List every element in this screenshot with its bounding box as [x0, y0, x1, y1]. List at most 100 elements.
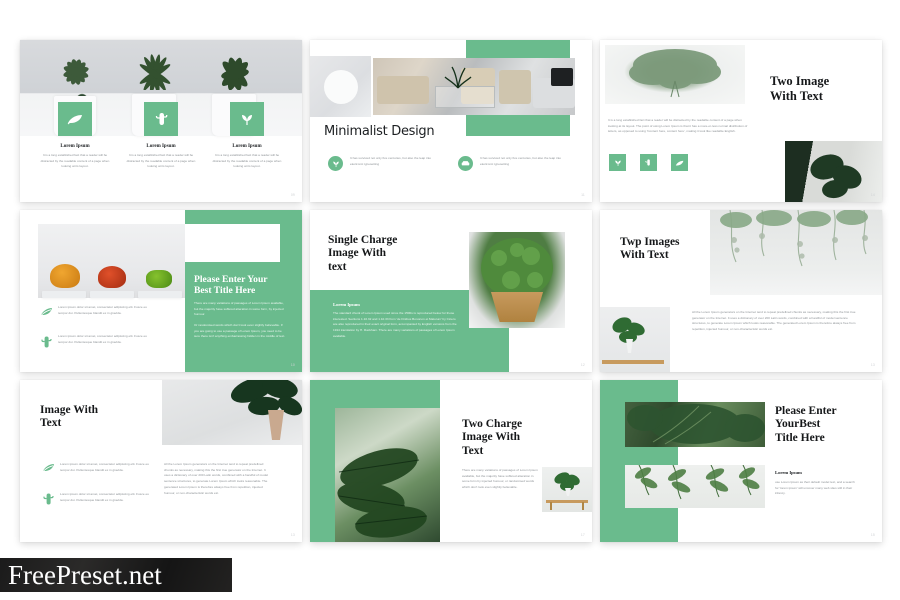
leaf-icon: [67, 115, 82, 125]
slide-title-line3: Title Here: [775, 431, 825, 444]
slide-title-line1: Single Charge: [328, 234, 398, 246]
slide-three-feature-icons[interactable]: Lorem Ipsum It is a long established fac…: [20, 40, 302, 202]
plant-stool-photo: [542, 467, 592, 512]
monstera-sunlight-photo: [335, 408, 440, 542]
slide-please-enter-yourbest-title[interactable]: Please Enter YourBest Title Here Lorem I…: [600, 380, 882, 542]
page-number: 13: [290, 533, 295, 537]
slide-title-line2: Image With: [328, 247, 387, 260]
slide-title: Please Enter YourBest Title Here: [775, 405, 837, 445]
monstera-illustration: [810, 154, 862, 199]
feature-text-1: It has survived not only five centuries,…: [350, 156, 431, 166]
slide-title-line1: Image With: [40, 404, 99, 416]
feature-caption-2: Lorem Ipsum It is a long established fac…: [124, 144, 198, 170]
feature-text-2: It has survived not only five centuries,…: [480, 156, 561, 166]
slide-two-charge-image-with-text[interactable]: Two Charge Image With Text There are man…: [310, 380, 592, 542]
icon-box-3[interactable]: [671, 154, 688, 171]
hanging-vines-photo: [710, 210, 882, 295]
feature-body-2: It is a long established fact that a rea…: [126, 153, 196, 169]
monstera-leaves-illustration: [337, 448, 428, 538]
slide-minimalist-design[interactable]: Minimalist Design It has survived not on…: [310, 40, 592, 202]
marble-table-photo: [310, 56, 371, 117]
watermark-text: FreePreset.net: [8, 559, 162, 590]
slide-title: Please Enter Your Best Title Here: [194, 274, 268, 296]
feature-body-1: It is a long established fact that a rea…: [40, 153, 110, 169]
leaf-photo-illustration: [627, 404, 765, 445]
slide-body: use Lorem Ipsum as their default model t…: [775, 480, 855, 496]
slide-title-line2: Text: [40, 417, 62, 430]
slide-title-line1: Two Charge: [462, 418, 523, 430]
bullet-text-1: Lorem ipsum dolor sit amet, consectetur …: [58, 305, 147, 315]
slide-two-image-with-text[interactable]: Two Image With Text It is a long establi…: [600, 40, 882, 202]
page-number: 10: [290, 363, 295, 367]
monstera-wall-photo: [162, 380, 302, 445]
page-number: 15: [870, 533, 875, 537]
succulent-1: [63, 59, 89, 85]
feature-circle-2[interactable]: [458, 156, 473, 171]
small-plant-icon: [554, 472, 580, 496]
slide-title-line2: YourBest: [775, 418, 821, 431]
feature-icon-box-1[interactable]: [58, 102, 92, 136]
potted-plant-photo: [600, 307, 670, 372]
feature-caption-1: Lorem Ipsum It is a long established fac…: [38, 144, 112, 170]
slide-title-line2: Image With: [462, 431, 521, 444]
presentation-preview-sheet: Lorem Ipsum It is a long established fac…: [0, 0, 900, 600]
cactus-icon: [645, 159, 650, 166]
icon-box-2[interactable]: [640, 154, 657, 171]
table-plant-icon: [444, 66, 472, 89]
slide-title-line1: Please Enter: [775, 405, 837, 417]
slide-title: Minimalist Design: [324, 124, 435, 139]
eucalyptus-illustration: [629, 49, 721, 98]
slide-title-line1: Two Image: [770, 74, 830, 88]
feature-icon-box-3[interactable]: [230, 102, 264, 136]
eucalyptus-photo: [605, 45, 745, 104]
slide-title-line1: Twp Images: [620, 236, 680, 248]
slide-body: It is a long established fact that a rea…: [608, 118, 748, 134]
bullet-text-2: Lorem ipsum dolor sit amet, consectetur …: [60, 492, 149, 502]
plant-illustration: [612, 317, 645, 353]
watermark-banner: FreePreset.net: [0, 558, 232, 592]
plant-icon: [242, 114, 252, 125]
feature-circle-1[interactable]: [328, 156, 343, 171]
branches-illustration: [634, 464, 760, 500]
bullet-text-1: Lorem ipsum dolor sit amet, consectetur …: [60, 462, 149, 472]
monstera-photo: [785, 141, 882, 202]
moss-pots-photo: [38, 224, 185, 298]
feature-body-3: It is a long established fact that a rea…: [212, 153, 282, 169]
slide-body: The standard chunk of Lorem Ipsum used s…: [333, 311, 457, 338]
icon-box-1[interactable]: [609, 154, 626, 171]
living-room-photo: [373, 58, 575, 115]
bullet-text-2: Lorem ipsum dolor sit amet, consectetur …: [58, 334, 147, 344]
monstera-illustration: [230, 380, 302, 440]
slide-image-with-text[interactable]: Image With Text Lorem ipsum dolor sit am…: [20, 380, 302, 542]
feature-caption-3: Lorem Ipsum It is a long established fac…: [210, 144, 284, 170]
page-number: 09: [290, 193, 295, 197]
slide-title-line2: Best Title Here: [194, 285, 256, 297]
slide-title-line1: Please Enter Your: [194, 274, 268, 285]
leaf-icon: [675, 160, 684, 165]
cactus-icon: [155, 113, 167, 125]
slide-para-2: Or randomised words which don't look eve…: [194, 323, 286, 339]
leaf-icon: [40, 308, 52, 316]
feature-title-3: Lorem Ipsum: [232, 144, 262, 149]
slide-twp-images-with-text[interactable]: Twp Images With Text All the Lorem Ipsum…: [600, 210, 882, 372]
sofa-circle-icon: [461, 161, 470, 166]
slide-single-charge-image-with-text[interactable]: Single Charge Image With text Lorem Ipsu…: [310, 210, 592, 372]
slide-please-enter-your-best-title[interactable]: Please Enter Your Best Title Here There …: [20, 210, 302, 372]
cactus-icon: [41, 336, 52, 348]
page-number: 13: [870, 363, 875, 367]
slide-subtitle: Lorem Ipsum: [775, 470, 802, 475]
slide-body: All the Lorem Ipsum generators on the In…: [164, 462, 269, 495]
slide-grid: Lorem Ipsum It is a long established fac…: [20, 40, 882, 560]
woman-with-leaf-photo: [625, 402, 765, 447]
cactus-icon: [43, 493, 54, 505]
white-notch: [185, 224, 280, 262]
page-number: 14: [870, 193, 875, 197]
slide-body: All the Lorem Ipsum generators on the In…: [692, 310, 856, 332]
vines-illustration: [720, 210, 868, 267]
slide-subtitle: Lorem Ipsum: [333, 302, 360, 307]
feature-icon-box-2[interactable]: [144, 102, 178, 136]
leaf-icon: [42, 464, 54, 472]
slide-title-line2: With Text: [770, 88, 823, 103]
slide-title: Single Charge Image With text: [328, 234, 397, 274]
slide-title-line3: Text: [462, 444, 484, 457]
